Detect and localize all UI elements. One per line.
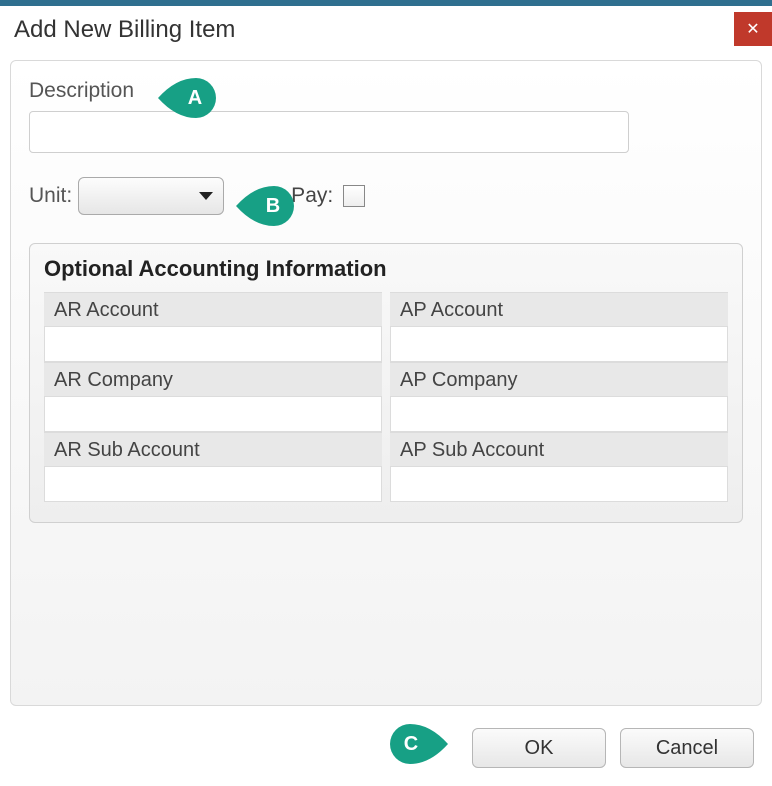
accounting-group: Optional Accounting Information AR Accou… <box>29 243 743 523</box>
dialog-button-row: OK Cancel <box>472 728 754 768</box>
accounting-grid: AR Account AP Account AR Company AP Comp… <box>44 292 728 502</box>
ar-sub-account-label: AR Sub Account <box>44 432 382 466</box>
ar-company-label: AR Company <box>44 362 382 396</box>
form-panel: Description Unit: -Pay: Optional Account… <box>10 60 762 706</box>
close-button[interactable]: ✕ <box>734 12 772 46</box>
ap-account-label: AP Account <box>390 292 728 326</box>
pay-label: -Pay: <box>284 184 333 208</box>
cancel-button[interactable]: Cancel <box>620 728 754 768</box>
callout-c: C <box>388 724 448 764</box>
ap-company-label: AP Company <box>390 362 728 396</box>
unit-dropdown[interactable] <box>78 177 224 215</box>
title-bar: Add New Billing Item ✕ <box>0 6 772 46</box>
description-label: Description <box>29 79 743 103</box>
ap-account-input[interactable] <box>390 326 728 362</box>
ar-account-label: AR Account <box>44 292 382 326</box>
ok-button[interactable]: OK <box>472 728 606 768</box>
pay-checkbox[interactable] <box>343 185 365 207</box>
description-input[interactable] <box>29 111 629 153</box>
accounting-group-title: Optional Accounting Information <box>44 256 728 282</box>
unit-label: Unit: <box>29 184 72 208</box>
chevron-down-icon <box>199 192 213 200</box>
close-icon: ✕ <box>746 19 759 39</box>
ap-sub-account-label: AP Sub Account <box>390 432 728 466</box>
ap-company-input[interactable] <box>390 396 728 432</box>
ar-account-input[interactable] <box>44 326 382 362</box>
window-title: Add New Billing Item <box>14 16 235 44</box>
unit-row: Unit: -Pay: <box>29 177 743 215</box>
ap-sub-account-input[interactable] <box>390 466 728 502</box>
ar-sub-account-input[interactable] <box>44 466 382 502</box>
ar-company-input[interactable] <box>44 396 382 432</box>
